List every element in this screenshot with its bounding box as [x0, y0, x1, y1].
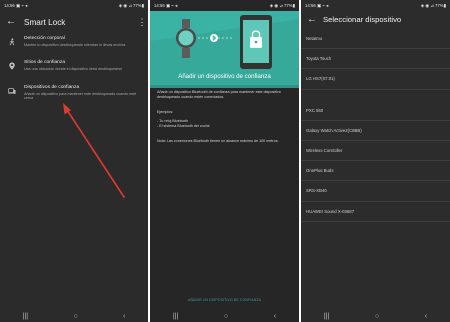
device-item[interactable]: OnePlus Buds	[301, 161, 450, 182]
examples-label: Ejemplos:	[157, 110, 174, 114]
navigation-bar: ||| ○ ‹	[0, 310, 148, 322]
bluetooth-icon	[210, 34, 218, 42]
select-device-screen: 14:56 ▣ ⌁ ◂ ◈ ◉ ⊿ 77%▮ ← Seleccionar dis…	[301, 0, 450, 322]
back-arrow-icon[interactable]: ←	[301, 14, 323, 25]
device-item[interactable]: LG HS7(07:01)	[301, 69, 450, 90]
device-item[interactable]: Netatmo	[301, 29, 450, 50]
home-button[interactable]: ○	[224, 313, 228, 320]
back-button[interactable]: ‹	[274, 313, 276, 320]
device-item[interactable]: Wireless Controller	[301, 141, 450, 162]
example-item: - El sistema Bluetooth del coche	[157, 124, 210, 128]
status-bar: 14:56 ▣ ⌁ ◂ ◈ ◉ ⊿ 77%▮	[150, 0, 299, 11]
status-icons-right: ◈ ◉ ⊿ 77%▮	[269, 2, 295, 8]
page-title: Seleccionar dispositivo	[323, 15, 402, 24]
device-item[interactable]: HUAWEI Sound X-03687	[301, 202, 450, 222]
trusted-device-intro-screen: 14:56 ▣ ⌁ ◂ ◈ ◉ ⊿ 77%▮ Añadir un disposi…	[150, 0, 299, 322]
smart-lock-screen: 14:56 ▣ ⌁ ◂ ◈ ◉ ⊿ 77%▮ ← Smart Lock ⋮ De…	[0, 0, 148, 322]
watch-strap-icon	[182, 19, 190, 28]
device-list-gap	[301, 90, 450, 101]
add-trusted-device-button[interactable]: AÑADIR UN DISPOSITIVO DE CONFIANZA	[150, 298, 299, 302]
description-text: Añade un dispositivo Bluetooth de confia…	[157, 90, 281, 99]
device-item[interactable]: SRS-XB40	[301, 181, 450, 202]
recent-apps-button[interactable]: |||	[324, 313, 329, 320]
back-button[interactable]: ‹	[123, 313, 125, 320]
home-button[interactable]: ○	[375, 313, 379, 320]
status-icons-left: ▣ ⌁ ◂	[316, 2, 329, 8]
status-time: 14:56	[154, 2, 165, 8]
recent-apps-button[interactable]: |||	[173, 313, 178, 320]
status-icons-left: ▣ ⌁ ◂	[165, 2, 178, 8]
status-bar: 14:56 ▣ ⌁ ◂ ◈ ◉ ⊿ 77%▮	[301, 0, 450, 11]
device-item[interactable]: Galaxy Watch Active2(C8BB)	[301, 121, 450, 141]
red-arrow-annotation	[63, 103, 125, 198]
note-text: Nota: Las conexiones Bluetooth tienen un…	[157, 139, 279, 143]
device-list: Netatmo Toyota Touch LG HS7(07:01) PXC 5…	[301, 29, 450, 222]
status-icons-right: ◈ ◉ ⊿ 77%▮	[420, 2, 446, 8]
back-button[interactable]: ‹	[425, 313, 427, 320]
navigation-bar: ||| ○ ‹	[301, 310, 450, 322]
hero-caption: Añadir un dispositivo de confianza	[178, 73, 271, 80]
device-item[interactable]: Toyota Touch	[301, 49, 450, 70]
hero-band	[150, 85, 299, 88]
home-button[interactable]: ○	[73, 313, 77, 320]
navigation-bar: ||| ○ ‹	[150, 310, 299, 322]
status-time: 14:56	[305, 2, 316, 8]
app-bar: ← Seleccionar dispositivo	[301, 11, 450, 28]
hero-illustration: Añadir un dispositivo de confianza	[150, 11, 299, 85]
recent-apps-button[interactable]: |||	[23, 313, 28, 320]
device-item[interactable]: PXC 550	[301, 101, 450, 121]
